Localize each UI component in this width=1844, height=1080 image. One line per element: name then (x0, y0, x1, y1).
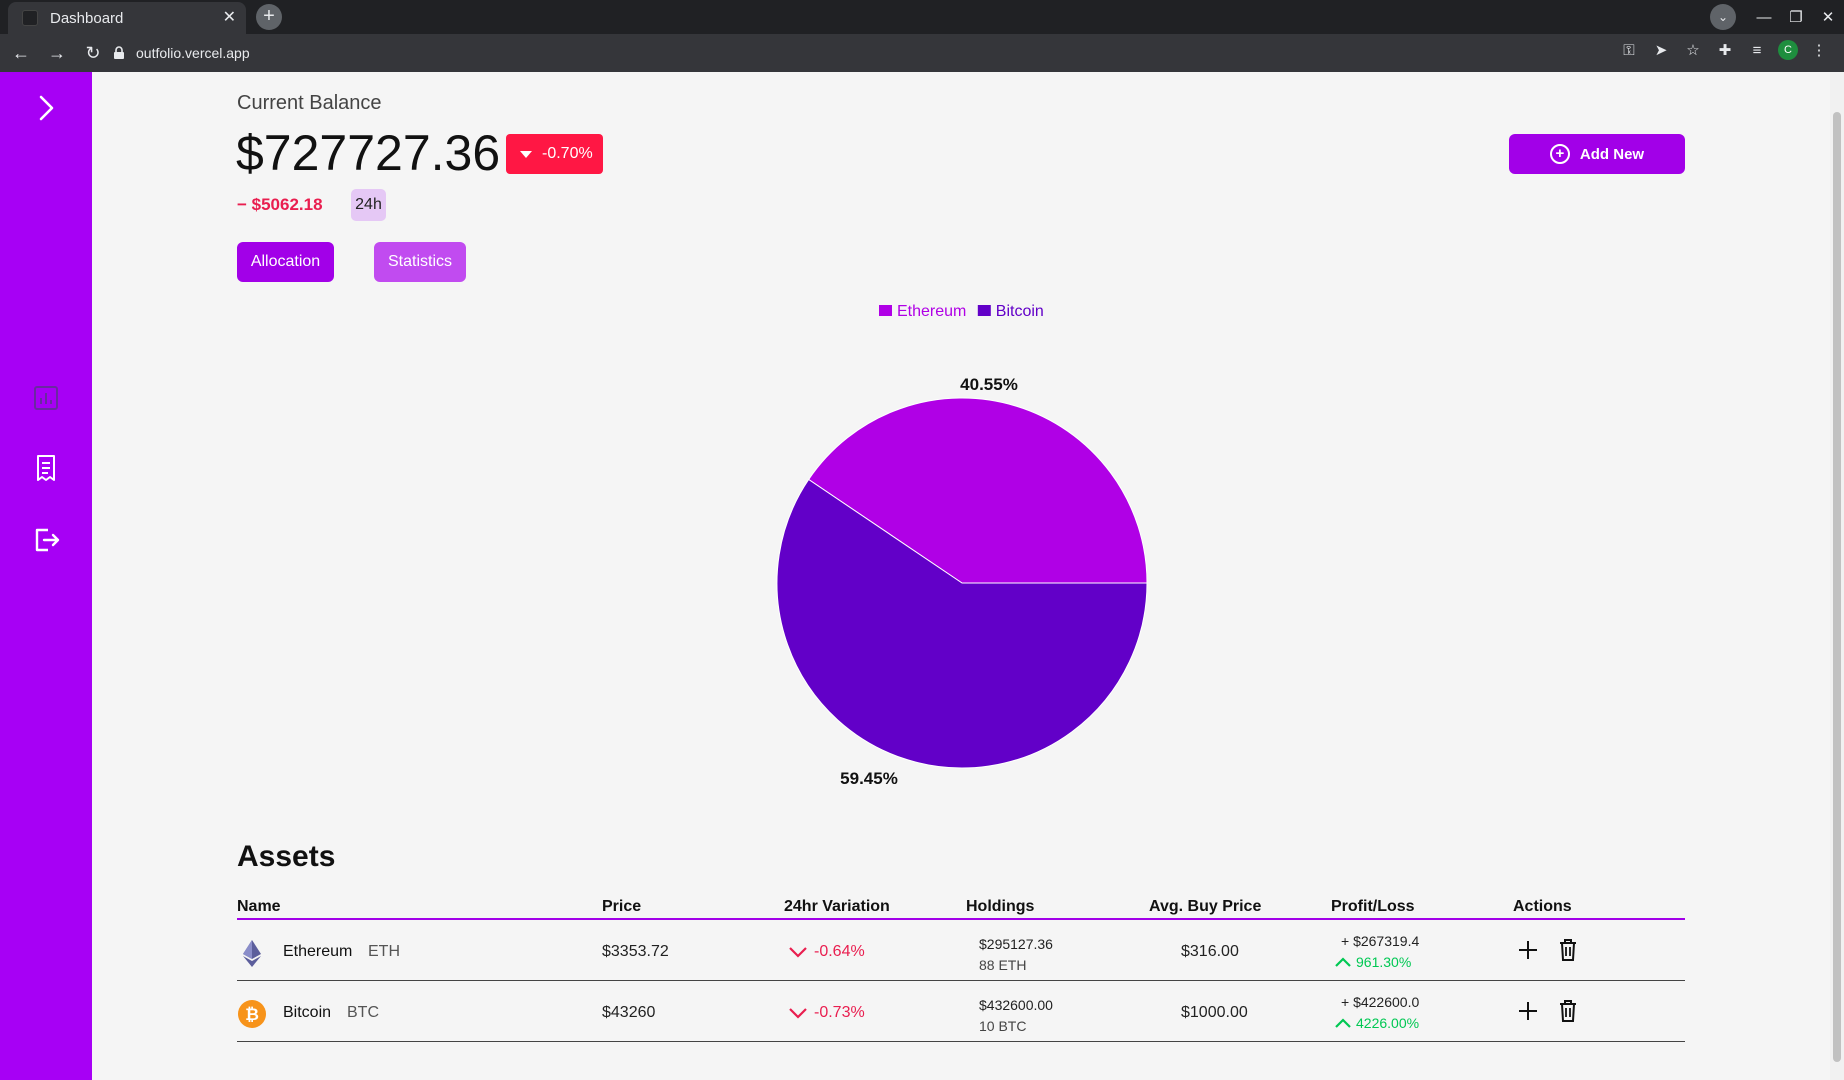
svg-text:₿: ₿ (245, 1005, 259, 1024)
asset-variation: -0.73% (788, 1004, 865, 1022)
pl-pct-value: 961.30% (1356, 954, 1412, 970)
legend-label-ethereum[interactable]: Ethereum (897, 303, 966, 320)
allocation-pie-chart: Ethereum Bitcoin 40.55% 59.45% (776, 303, 1148, 788)
col-price: Price (602, 898, 642, 915)
legend-swatch-bitcoin (977, 305, 991, 316)
holdings-amount: 88 ETH (979, 957, 1027, 973)
trash-icon[interactable] (1557, 938, 1579, 962)
profit-loss-pct: 961.30% (1334, 954, 1411, 970)
pl-pct-value: 4226.00% (1356, 1015, 1420, 1031)
asset-name: Ethereum (283, 943, 353, 960)
pie-label-bitcoin: 59.45% (840, 769, 898, 788)
table-row[interactable]: ₿ Bitcoin BTC $43260 -0.73% $432600.00 1… (237, 981, 1685, 1042)
legend-label-bitcoin[interactable]: Bitcoin (996, 303, 1044, 320)
col-profit-loss: Profit/Loss (1331, 898, 1415, 915)
ethereum-icon (243, 940, 261, 967)
avg-buy-price: $1000.00 (1181, 1004, 1248, 1021)
add-transaction-icon[interactable] (1516, 938, 1540, 962)
assets-title: Assets (237, 840, 336, 873)
holdings-usd: $432600.00 (979, 997, 1053, 1013)
legend-swatch-ethereum (879, 305, 892, 316)
asset-name: Bitcoin (283, 1004, 332, 1021)
variation-value: -0.64% (814, 943, 865, 960)
add-transaction-icon[interactable] (1516, 999, 1540, 1023)
profit-loss-value: + $267319.4 (1341, 933, 1420, 949)
profit-loss-pct: 4226.00% (1334, 1015, 1419, 1031)
variation-value: -0.73% (814, 1004, 865, 1021)
assets-table: Name Price 24hr Variation Holdings Avg. … (237, 896, 1685, 1042)
col-avg-buy: Avg. Buy Price (1149, 898, 1262, 915)
asset-price: $43260 (602, 1004, 656, 1021)
asset-symbol: ETH (368, 943, 400, 960)
bitcoin-icon: ₿ (238, 1000, 266, 1028)
asset-symbol: BTC (347, 1004, 379, 1021)
col-variation: 24hr Variation (784, 898, 890, 915)
chevron-up-icon (1335, 1018, 1351, 1028)
col-holdings: Holdings (966, 898, 1035, 915)
pie-label-ethereum: 40.55% (960, 375, 1018, 394)
asset-variation: -0.64% (788, 943, 865, 961)
chevron-up-icon (1335, 957, 1351, 967)
profit-loss-value: + $422600.0 (1341, 994, 1420, 1010)
chevron-down-icon (789, 1008, 807, 1019)
col-actions: Actions (1513, 898, 1572, 915)
col-name: Name (237, 898, 281, 915)
asset-price: $3353.72 (602, 943, 669, 960)
holdings-usd: $295127.36 (979, 936, 1053, 952)
avg-buy-price: $316.00 (1181, 943, 1239, 960)
table-header: Name Price 24hr Variation Holdings Avg. … (237, 896, 1685, 920)
trash-icon[interactable] (1557, 999, 1579, 1023)
table-row[interactable]: Ethereum ETH $3353.72 -0.64% $295127.36 … (237, 920, 1685, 981)
holdings-amount: 10 BTC (979, 1018, 1027, 1034)
chevron-down-icon (789, 947, 807, 958)
